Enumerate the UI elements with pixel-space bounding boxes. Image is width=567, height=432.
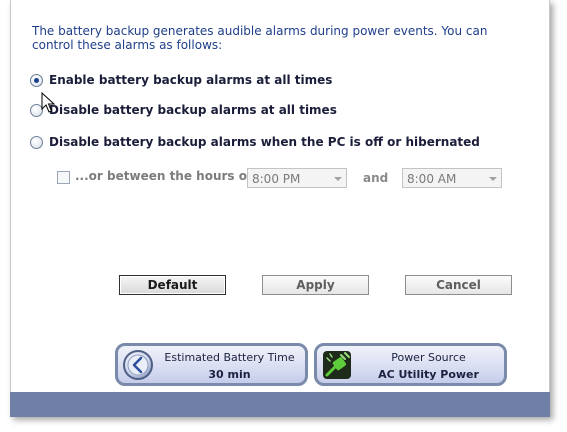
apply-button[interactable]: Apply xyxy=(262,275,369,295)
radio-enable-always[interactable] xyxy=(30,73,43,87)
option-disable-always-label: Disable battery backup alarms at all tim… xyxy=(49,103,337,117)
battery-time-title: Estimated Battery Time xyxy=(164,351,295,364)
radio-disable-when-off[interactable] xyxy=(30,135,43,149)
power-source-panel: Power Source AC Utility Power xyxy=(314,343,507,386)
option-disable-always[interactable]: Disable battery backup alarms at all tim… xyxy=(30,102,337,118)
chevron-down-icon xyxy=(334,177,342,181)
mouse-cursor-icon xyxy=(41,92,55,113)
screen: The battery backup generates audible ala… xyxy=(0,0,567,432)
cancel-button[interactable]: Cancel xyxy=(405,275,512,295)
power-source-title: Power Source xyxy=(391,351,466,364)
alarm-settings-window: The battery backup generates audible ala… xyxy=(10,0,550,417)
hours-row: ...or between the hours of 8:00 PM and 8… xyxy=(57,168,537,190)
hours-label: ...or between the hours of xyxy=(75,169,253,183)
option-disable-when-off[interactable]: Disable battery backup alarms when the P… xyxy=(30,134,480,150)
option-enable-always[interactable]: Enable battery backup alarms at all time… xyxy=(30,72,332,88)
start-time-value: 8:00 PM xyxy=(252,172,301,186)
bottom-bar xyxy=(10,392,550,417)
hours-checkbox[interactable] xyxy=(57,171,70,184)
power-plug-icon xyxy=(323,351,351,379)
start-time-select[interactable]: 8:00 PM xyxy=(247,168,347,188)
clock-icon xyxy=(123,350,153,380)
end-time-select[interactable]: 8:00 AM xyxy=(402,168,502,188)
option-enable-always-label: Enable battery backup alarms at all time… xyxy=(49,73,333,87)
default-button[interactable]: Default xyxy=(119,275,226,295)
end-time-value: 8:00 AM xyxy=(407,172,457,186)
intro-text: The battery backup generates audible ala… xyxy=(32,24,488,52)
chevron-down-icon xyxy=(489,177,497,181)
and-label: and xyxy=(363,171,389,185)
battery-time-panel: Estimated Battery Time 30 min xyxy=(115,343,308,386)
option-disable-when-off-label: Disable battery backup alarms when the P… xyxy=(49,135,480,149)
battery-time-value: 30 min xyxy=(208,368,251,381)
power-source-value: AC Utility Power xyxy=(378,368,479,381)
